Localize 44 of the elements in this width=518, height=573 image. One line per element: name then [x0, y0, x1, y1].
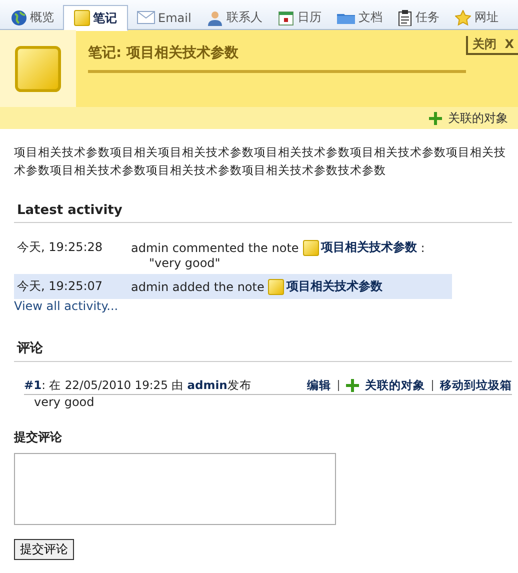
activity-time: 今天, 19:25:07 [16, 278, 104, 295]
person-icon [207, 10, 224, 26]
star-icon [455, 10, 472, 26]
comment-quote: "very good" [148, 256, 222, 270]
tab[interactable]: 文档 [330, 5, 390, 30]
submit-heading: 提交评论 [14, 429, 63, 446]
close-button[interactable]: 关闭 X [466, 36, 518, 55]
note-icon [268, 278, 284, 294]
activity-text: admin added the note [131, 280, 264, 294]
note-icon [15, 46, 61, 92]
globe-icon [11, 10, 27, 26]
trash-link[interactable]: 移动到垃圾箱 [440, 378, 512, 393]
section-heading: Latest activity [14, 203, 512, 223]
activity-text: admin commented the note [131, 240, 299, 254]
tab[interactable]: Email [130, 5, 198, 30]
note-icon [74, 10, 90, 26]
note-body: 项目相关技术参数项目相关项目相关技术参数项目相关技术参数项目相关技术参数项目相关技术参数项目相关技术参数项目相关技术参数项目相关技术参数技术参数 [14, 144, 507, 179]
submit-button[interactable]: 提交评论 [14, 539, 74, 560]
tab[interactable]: 笔记 [63, 5, 128, 31]
note-title: 笔记: 项目相关技术参数 [88, 39, 466, 73]
comment-field[interactable] [14, 453, 336, 525]
colon-text: : [420, 240, 425, 254]
linked-objects-link[interactable]: 关联的对象 [346, 378, 425, 393]
edit-link[interactable]: 编辑 [307, 378, 331, 393]
tab[interactable]: 任务 [391, 5, 446, 30]
plus-icon [346, 379, 359, 392]
section-heading: 评论 [14, 339, 512, 362]
plus-icon [429, 112, 442, 124]
comment-text: very good [33, 395, 96, 409]
linked-objects-link[interactable]: 关联的对象 [429, 110, 508, 126]
comment-meta: #1: 在 22/05/2010 19:25 由 admin发布 [24, 378, 252, 393]
tab[interactable]: 日历 [271, 5, 328, 30]
envelope-icon [137, 11, 155, 24]
tab[interactable]: 网址 [448, 5, 506, 30]
clipboard-icon [398, 10, 412, 26]
note-icon [302, 240, 319, 256]
calendar-icon [278, 10, 294, 26]
note-link[interactable]: 项目相关技术参数 [268, 278, 382, 295]
tab[interactable]: 联系人 [200, 5, 270, 30]
activity-time: 今天, 19:25:28 [16, 239, 104, 256]
tab[interactable]: 概览 [4, 5, 61, 30]
folder-icon [337, 12, 356, 24]
view-all-link[interactable]: View all activity... [14, 299, 512, 313]
note-link[interactable]: 项目相关技术参数 [302, 239, 417, 256]
